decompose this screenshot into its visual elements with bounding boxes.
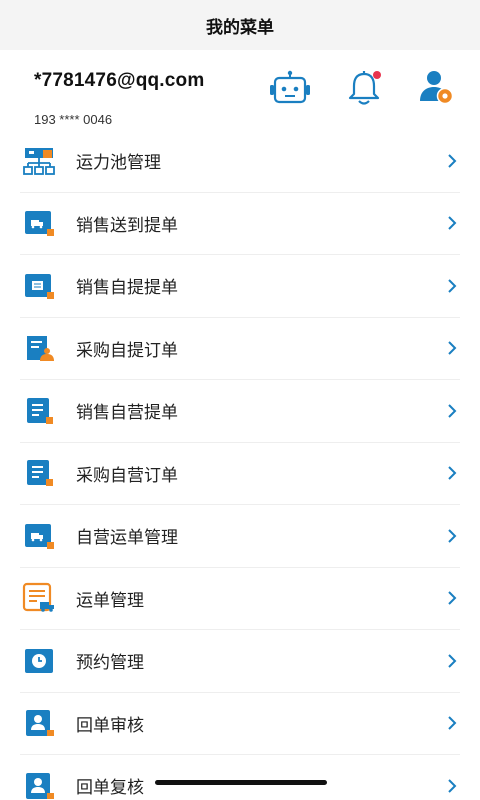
chevron-right-icon: [444, 215, 460, 231]
menu-item-waybill-management[interactable]: 运单管理: [20, 568, 460, 630]
chevron-right-icon: [444, 340, 460, 356]
bell-icon[interactable]: [342, 68, 386, 108]
person-card-icon: [22, 769, 56, 800]
menu-item-appointment-management[interactable]: 预约管理: [20, 630, 460, 693]
notification-badge: [373, 71, 381, 79]
menu-item-label: 运单管理: [76, 590, 144, 611]
menu-item-label: 销售送到提单: [76, 215, 178, 236]
list-doc-icon: [22, 394, 56, 428]
menu-item-label: 运力池管理: [76, 153, 161, 174]
top-nav-bar: 我的菜单: [0, 0, 480, 50]
user-phone: 193 **** 0046: [34, 112, 113, 127]
menu-item-label: 回单复核: [76, 778, 144, 799]
menu-item-purchase-own-operation[interactable]: 采购自营订单: [20, 443, 460, 505]
home-indicator[interactable]: [155, 780, 327, 785]
clock-card-icon: [22, 644, 56, 678]
menu-item-label: 采购自营订单: [76, 465, 178, 486]
doc-card-icon: [22, 269, 56, 303]
list-doc-icon: [22, 456, 56, 490]
page-title: 我的菜单: [206, 17, 274, 38]
menu-item-sales-delivery[interactable]: 销售送到提单: [20, 193, 460, 255]
menu-item-receipt-recheck[interactable]: 回单复核: [20, 755, 460, 800]
chevron-right-icon: [444, 778, 460, 794]
menu-item-label: 销售自提提单: [76, 278, 178, 299]
menu-item-own-waybill-management[interactable]: 自营运单管理: [20, 505, 460, 568]
menu-list: 运力池管理 销售送到提单 销售自提提单 采购自提订单 销售自营提单 采购自营订单…: [0, 130, 480, 800]
robot-icon[interactable]: [268, 68, 312, 108]
menu-item-sales-own-operation[interactable]: 销售自营提单: [20, 380, 460, 443]
menu-item-label: 回单审核: [76, 715, 144, 736]
menu-item-receipt-review[interactable]: 回单审核: [20, 693, 460, 755]
doc-person-icon: [22, 331, 56, 365]
menu-item-capacity-pool[interactable]: 运力池管理: [20, 130, 460, 193]
user-settings-icon[interactable]: [414, 68, 458, 108]
chevron-right-icon: [444, 528, 460, 544]
chevron-right-icon: [444, 278, 460, 294]
truck-card-icon: [22, 519, 56, 553]
chevron-right-icon: [444, 715, 460, 731]
menu-item-label: 预约管理: [76, 653, 144, 674]
menu-item-purchase-self-pickup[interactable]: 采购自提订单: [20, 318, 460, 380]
chevron-right-icon: [444, 590, 460, 606]
person-card-icon: [22, 706, 56, 740]
chevron-right-icon: [444, 653, 460, 669]
user-email: *7781476@qq.com: [34, 70, 205, 91]
menu-item-sales-self-pickup[interactable]: 销售自提提单: [20, 255, 460, 318]
chevron-right-icon: [444, 403, 460, 419]
chevron-right-icon: [444, 153, 460, 169]
menu-item-label: 自营运单管理: [76, 528, 178, 549]
org-chart-icon: [22, 144, 56, 178]
profile-header: *7781476@qq.com 193 **** 0046: [0, 50, 480, 130]
chevron-right-icon: [444, 465, 460, 481]
truck-card-icon: [22, 206, 56, 240]
menu-item-label: 采购自提订单: [76, 340, 178, 361]
menu-item-label: 销售自营提单: [76, 403, 178, 424]
waybill-icon: [22, 581, 56, 615]
